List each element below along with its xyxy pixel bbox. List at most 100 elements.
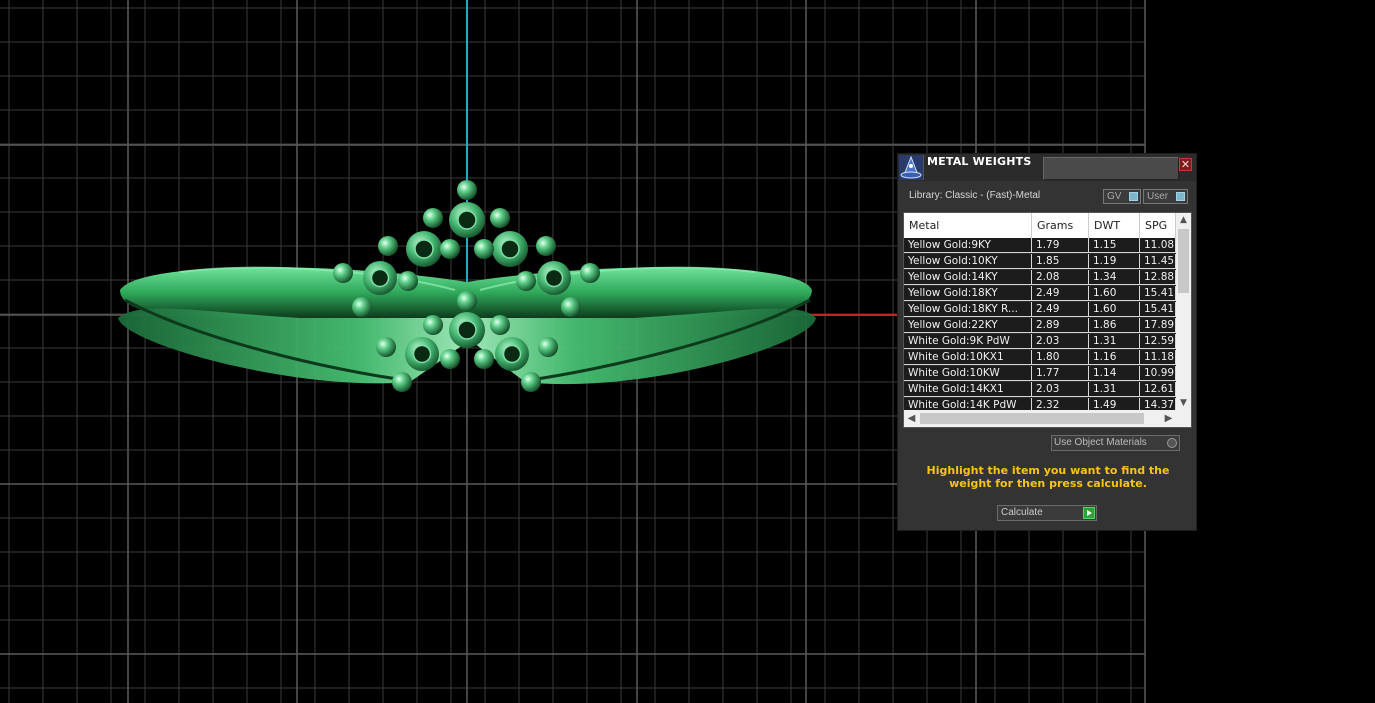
bead <box>561 297 581 317</box>
cell-metal: White Gold:9K PdW <box>904 334 1032 349</box>
cell-metal: Yellow Gold:18KY R... <box>904 302 1032 317</box>
radio-knob-icon <box>1167 438 1177 448</box>
cell-spg: 11.45 <box>1140 254 1176 269</box>
cell-dwt: 1.19 <box>1089 254 1140 269</box>
column-header-dwt[interactable]: DWT <box>1089 213 1140 238</box>
use-object-materials-toggle[interactable]: Use Object Materials <box>1051 435 1180 451</box>
bead <box>536 236 556 256</box>
table-row[interactable]: Yellow Gold:18KY R... 2.49 1.60 15.41 <box>904 302 1176 318</box>
cell-grams: 2.08 <box>1032 270 1089 285</box>
table-row[interactable]: Yellow Gold:18KY 2.49 1.60 15.41 <box>904 286 1176 302</box>
vertical-scrollbar[interactable]: ▲ ▼ <box>1176 213 1191 410</box>
scroll-corner <box>1176 410 1191 427</box>
column-header-metal[interactable]: Metal <box>904 213 1032 238</box>
cell-dwt: 1.60 <box>1089 302 1140 317</box>
bead <box>423 208 443 228</box>
cell-metal: Yellow Gold:10KY <box>904 254 1032 269</box>
cell-dwt: 1.14 <box>1089 366 1140 381</box>
bead <box>352 297 372 317</box>
metal-weights-panel: METAL WEIGHTS ✕ Library: Classic - (Fast… <box>897 153 1197 531</box>
user-toggle[interactable]: User <box>1143 189 1188 204</box>
chevron-down-icon[interactable]: ▼ <box>1176 396 1191 410</box>
toggle-knob-icon <box>1129 192 1138 201</box>
table-row[interactable]: Yellow Gold:9KY 1.79 1.15 11.08 <box>904 238 1176 254</box>
stone-setting-hole <box>500 239 520 259</box>
cell-grams: 2.03 <box>1032 382 1089 397</box>
chevron-up-icon[interactable]: ▲ <box>1176 213 1191 227</box>
cell-spg: 15.41 <box>1140 286 1176 301</box>
close-icon[interactable]: ✕ <box>1179 158 1192 171</box>
bead <box>423 315 443 335</box>
bead <box>580 263 600 283</box>
cell-spg: 12.61 <box>1140 382 1176 397</box>
stone-setting-hole <box>370 268 390 288</box>
panel-title: METAL WEIGHTS <box>927 155 1032 168</box>
bead <box>474 349 494 369</box>
table-row[interactable]: White Gold:10KW 1.77 1.14 10.99 <box>904 366 1176 382</box>
bead <box>378 236 398 256</box>
bead <box>398 271 418 291</box>
stone-setting-hole <box>414 239 434 259</box>
stone-setting-hole <box>544 268 564 288</box>
vertical-scroll-thumb[interactable] <box>1178 229 1189 293</box>
cell-metal: White Gold:14K PdW <box>904 398 1032 410</box>
bead <box>538 337 558 357</box>
table-row[interactable]: Yellow Gold:10KY 1.85 1.19 11.45 <box>904 254 1176 270</box>
titlebar-drag-handle[interactable] <box>1043 157 1179 180</box>
cell-metal: White Gold:10KW <box>904 366 1032 381</box>
horizontal-scrollbar[interactable]: ◀ ▶ <box>904 410 1176 427</box>
gv-toggle[interactable]: GV <box>1103 189 1141 204</box>
table-row[interactable]: White Gold:9K PdW 2.03 1.31 12.59 <box>904 334 1176 350</box>
bead <box>333 263 353 283</box>
cell-dwt: 1.31 <box>1089 382 1140 397</box>
toggle-knob-icon <box>1176 192 1185 201</box>
calculate-label: Calculate <box>1001 507 1043 518</box>
calculate-button[interactable]: Calculate <box>997 505 1097 521</box>
table-row[interactable]: White Gold:14K PdW 2.32 1.49 14.37 <box>904 398 1176 410</box>
cell-grams: 1.80 <box>1032 350 1089 365</box>
cell-grams: 2.03 <box>1032 334 1089 349</box>
play-icon <box>1083 507 1095 519</box>
stone-setting-hole <box>457 210 477 230</box>
cell-spg: 17.89 <box>1140 318 1176 333</box>
bead <box>440 239 460 259</box>
cell-metal: White Gold:10KX1 <box>904 350 1032 365</box>
table-row[interactable]: Yellow Gold:14KY 2.08 1.34 12.88 <box>904 270 1176 286</box>
column-header-grams[interactable]: Grams <box>1032 213 1089 238</box>
metal-table[interactable]: Metal Grams DWT SPG Yellow Gold:9KY 1.79 1… <box>903 212 1192 428</box>
cell-dwt: 1.31 <box>1089 334 1140 349</box>
bead <box>490 208 510 228</box>
cell-spg: 14.37 <box>1140 398 1176 410</box>
cell-metal: Yellow Gold:18KY <box>904 286 1032 301</box>
panel-titlebar[interactable]: METAL WEIGHTS ✕ <box>898 154 1196 181</box>
chevron-left-icon[interactable]: ◀ <box>904 410 919 427</box>
cell-spg: 15.41 <box>1140 302 1176 317</box>
cell-dwt: 1.49 <box>1089 398 1140 410</box>
cell-spg: 11.08 <box>1140 238 1176 253</box>
cell-dwt: 1.86 <box>1089 318 1140 333</box>
cell-grams: 2.49 <box>1032 302 1089 317</box>
wizard-hat-icon <box>899 155 924 180</box>
gv-toggle-label: GV <box>1107 191 1122 202</box>
use-object-materials-label: Use Object Materials <box>1054 437 1147 448</box>
stone-setting-hole <box>457 320 477 340</box>
bead <box>457 180 477 200</box>
table-header: Metal Grams DWT SPG <box>904 213 1176 238</box>
table-row[interactable]: Yellow Gold:22KY 2.89 1.86 17.89 <box>904 318 1176 334</box>
column-header-spg[interactable]: SPG <box>1140 213 1176 238</box>
bead <box>521 372 541 392</box>
cell-dwt: 1.16 <box>1089 350 1140 365</box>
cell-grams: 1.85 <box>1032 254 1089 269</box>
table-body: Yellow Gold:9KY 1.79 1.15 11.08 Yellow Gold:… <box>904 238 1176 410</box>
chevron-right-icon[interactable]: ▶ <box>1161 410 1176 427</box>
cell-grams: 1.77 <box>1032 366 1089 381</box>
bead <box>392 372 412 392</box>
cell-grams: 2.49 <box>1032 286 1089 301</box>
table-row[interactable]: White Gold:10KX1 1.80 1.16 11.18 <box>904 350 1176 366</box>
cell-grams: 2.32 <box>1032 398 1089 410</box>
table-row[interactable]: White Gold:14KX1 2.03 1.31 12.61 <box>904 382 1176 398</box>
stone-setting-hole <box>502 344 522 364</box>
horizontal-scroll-thumb[interactable] <box>920 413 1144 424</box>
stone-setting-hole <box>412 344 432 364</box>
cell-spg: 12.88 <box>1140 270 1176 285</box>
